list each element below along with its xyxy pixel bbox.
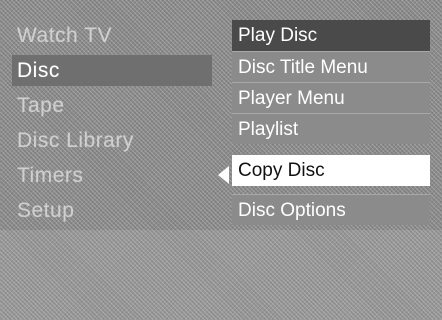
background-band (0, 230, 442, 320)
main-menu-item-disc-library[interactable]: Disc Library (12, 125, 212, 156)
tv-menu-screen: Watch TV Disc Tape Disc Library Timers S… (0, 0, 442, 320)
main-menu-item-timers[interactable]: Timers (12, 160, 212, 191)
sub-menu-item-player-menu[interactable]: Player Menu (232, 82, 430, 113)
main-menu-item-tape[interactable]: Tape (12, 90, 212, 121)
selection-pointer-icon (218, 166, 229, 184)
sub-menu-item-copy-disc[interactable]: Copy Disc (232, 155, 430, 186)
main-menu-item-disc[interactable]: Disc (12, 55, 212, 86)
main-menu-item-watch-tv[interactable]: Watch TV (12, 20, 212, 51)
main-menu-item-setup[interactable]: Setup (12, 195, 212, 226)
sub-menu-item-disc-title-menu[interactable]: Disc Title Menu (232, 51, 430, 82)
sub-menu-item-play-disc[interactable]: Play Disc (232, 20, 430, 51)
sub-menu-item-disc-options[interactable]: Disc Options (232, 194, 430, 225)
sub-menu-item-playlist[interactable]: Playlist (232, 113, 430, 144)
